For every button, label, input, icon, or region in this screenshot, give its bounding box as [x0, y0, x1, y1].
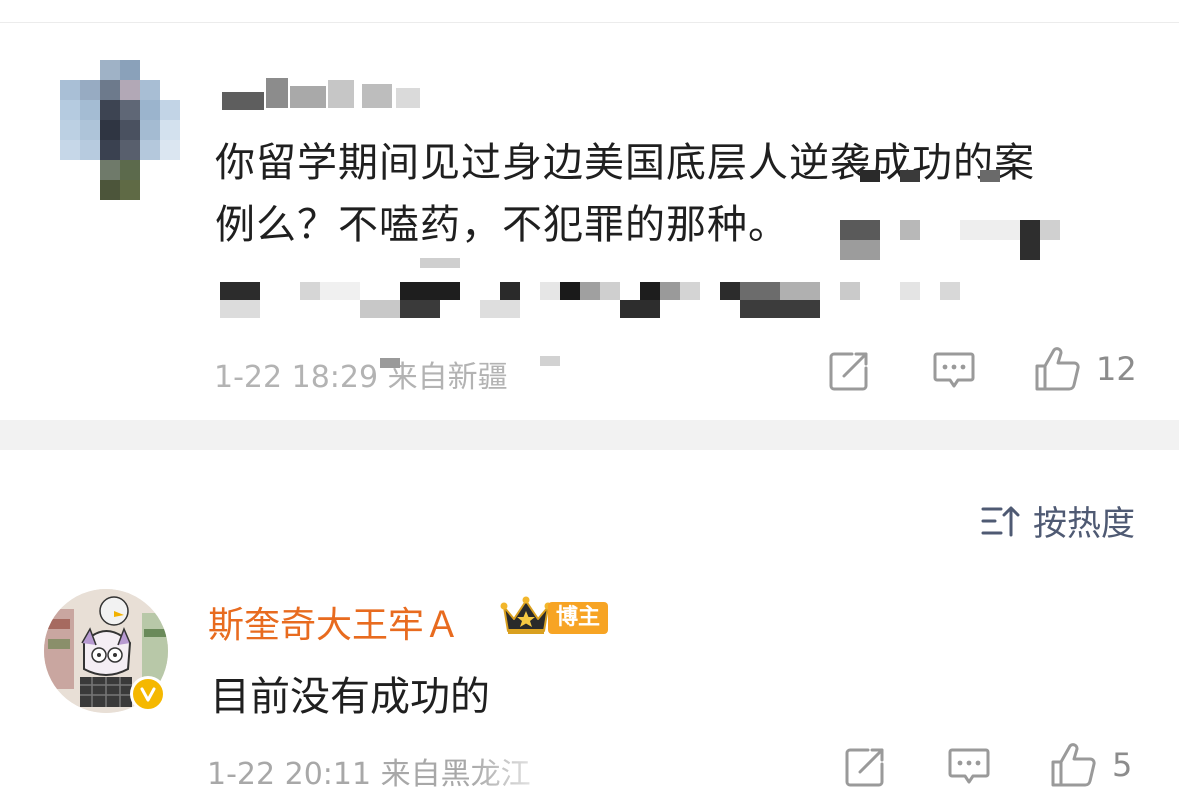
- post-comment-button[interactable]: [932, 350, 976, 392]
- comment-meta-mosaic: [470, 744, 700, 788]
- post-meta: 1-22 18:29 来自新疆: [214, 360, 508, 395]
- section-divider: [0, 420, 1179, 450]
- top-divider: [0, 22, 1179, 23]
- sort-by-hot-button[interactable]: 按热度: [981, 496, 1135, 545]
- comment-text: 目前没有成功的: [210, 674, 490, 720]
- comment-like-count: 5: [1112, 746, 1133, 784]
- post-like-count: 12: [1096, 350, 1137, 388]
- post-avatar-pixelated[interactable]: [60, 60, 180, 200]
- post-like-button[interactable]: 12: [1034, 346, 1137, 392]
- post-author-pixelated[interactable]: [222, 78, 422, 112]
- author-badge: 博主: [548, 602, 609, 634]
- comment-icon: [933, 352, 975, 388]
- share-icon: [845, 748, 884, 787]
- like-icon: [1035, 347, 1080, 391]
- post-share-button[interactable]: [828, 350, 870, 392]
- sort-label: 按热度: [1033, 504, 1135, 544]
- verified-icon: [130, 676, 166, 712]
- sort-icon: [981, 506, 1020, 536]
- comment-author[interactable]: 斯奎奇大王牢Ａ: [208, 596, 460, 648]
- comment-share-button[interactable]: [844, 746, 886, 788]
- like-icon: [1051, 743, 1096, 787]
- comment-icon: [948, 748, 990, 784]
- post-text-line-1: 你留学期间见过身边美国底层人逆袭成功的案: [215, 140, 1035, 186]
- share-icon: [829, 352, 868, 391]
- comment-like-button[interactable]: 5: [1050, 742, 1132, 788]
- crown-icon: [500, 595, 552, 641]
- comment-reply-button[interactable]: [947, 746, 991, 788]
